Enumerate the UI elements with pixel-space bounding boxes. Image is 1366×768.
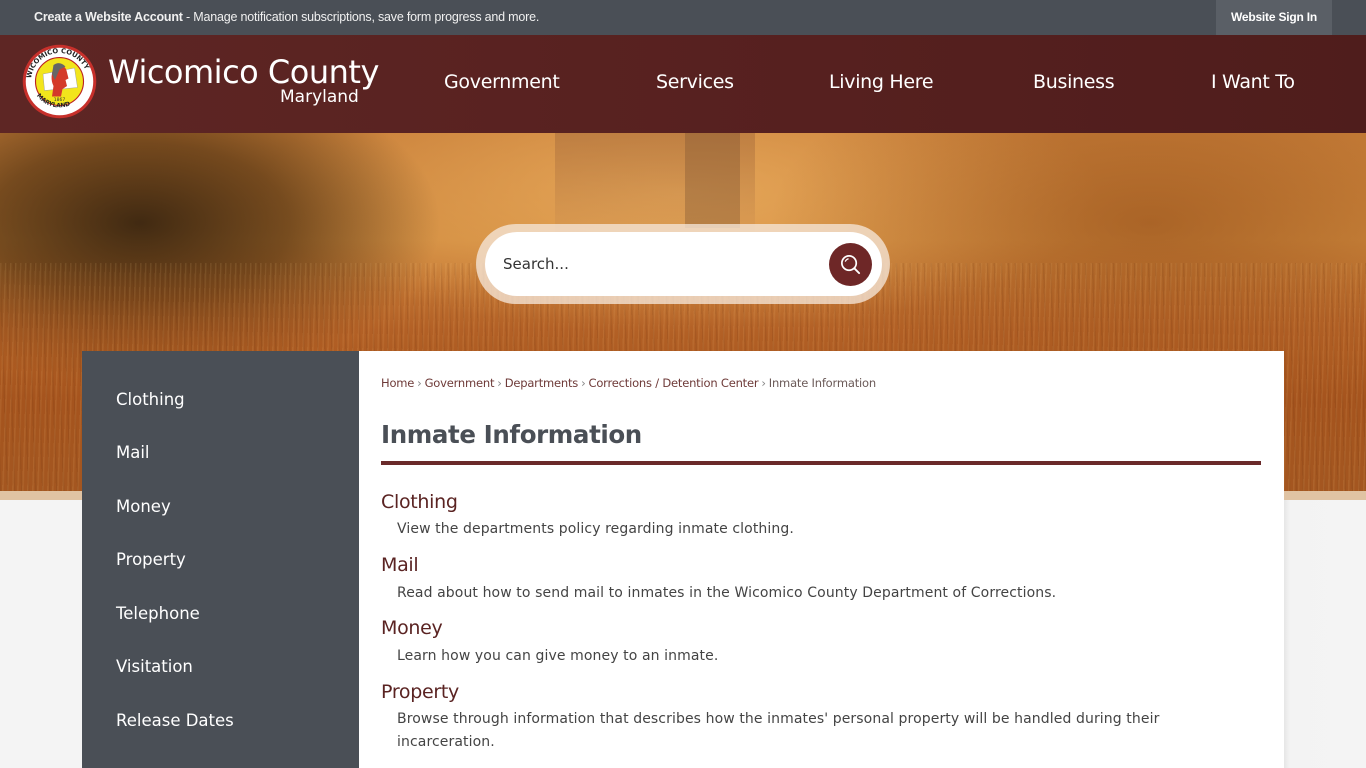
- county-seal-icon[interactable]: 1867 WICOMICO COUNTY MARYLAND: [22, 44, 97, 119]
- sidebar-item-mail[interactable]: Mail: [116, 443, 150, 462]
- account-message-text: - Manage notification subscriptions, sav…: [182, 10, 540, 24]
- section-desc-money: Learn how you can give money to an inmat…: [397, 648, 719, 664]
- page-background-right: [1284, 500, 1366, 768]
- breadcrumb-separator: ›: [761, 376, 766, 390]
- breadcrumb-government[interactable]: Government: [425, 376, 495, 390]
- section-desc-property: Browse through information that describe…: [397, 711, 1160, 750]
- section-title-mail[interactable]: Mail: [381, 554, 419, 576]
- account-message: Create a Website Account - Manage notifi…: [34, 10, 539, 24]
- breadcrumb-home[interactable]: Home: [381, 376, 414, 390]
- site-subtitle: Maryland: [280, 87, 359, 107]
- sidebar-item-visitation[interactable]: Visitation: [116, 657, 193, 676]
- sidebar-item-clothing[interactable]: Clothing: [116, 390, 185, 409]
- title-divider: [381, 461, 1261, 465]
- sidebar-item-property[interactable]: Property: [116, 550, 186, 569]
- nav-business[interactable]: Business: [1033, 71, 1115, 93]
- website-sign-in-button[interactable]: Website Sign In: [1216, 0, 1332, 35]
- search-icon: [841, 255, 861, 275]
- nav-government[interactable]: Government: [444, 71, 560, 93]
- breadcrumb-departments[interactable]: Departments: [505, 376, 579, 390]
- breadcrumb: Home › Government › Departments › Corrections …: [381, 376, 876, 390]
- sidebar-item-money[interactable]: Money: [116, 497, 171, 516]
- top-utility-bar: Create a Website Account - Manage notifi…: [0, 0, 1366, 35]
- breadcrumb-current: Inmate Information: [768, 376, 876, 390]
- site-title[interactable]: Wicomico County: [108, 53, 379, 91]
- breadcrumb-corrections[interactable]: Corrections / Detention Center: [589, 376, 759, 390]
- breadcrumb-separator: ›: [497, 376, 502, 390]
- section-title-clothing[interactable]: Clothing: [381, 491, 458, 513]
- breadcrumb-separator: ›: [417, 376, 422, 390]
- site-header: 1867 WICOMICO COUNTY MARYLAND Wicomico C…: [0, 35, 1366, 133]
- create-account-link[interactable]: Create a Website Account: [34, 10, 183, 24]
- page-title: Inmate Information: [381, 420, 642, 449]
- main-content-panel: [359, 351, 1284, 768]
- hero-harvester-cab: [685, 133, 740, 228]
- search-input[interactable]: [503, 252, 813, 276]
- section-desc-clothing: View the departments policy regarding in…: [397, 521, 794, 537]
- breadcrumb-separator: ›: [581, 376, 586, 390]
- nav-living-here[interactable]: Living Here: [829, 71, 934, 93]
- nav-i-want-to[interactable]: I Want To: [1211, 71, 1295, 93]
- nav-services[interactable]: Services: [656, 71, 734, 93]
- sidebar-item-release-dates[interactable]: Release Dates: [116, 711, 234, 730]
- section-desc-mail: Read about how to send mail to inmates i…: [397, 585, 1057, 601]
- sidebar-item-telephone[interactable]: Telephone: [116, 604, 200, 623]
- sidebar-nav: Clothing Mail Money Property Telephone V…: [82, 351, 359, 768]
- section-title-money[interactable]: Money: [381, 617, 443, 639]
- search-button[interactable]: [829, 243, 872, 286]
- section-title-property[interactable]: Property: [381, 681, 459, 703]
- page-background-left: [0, 500, 82, 768]
